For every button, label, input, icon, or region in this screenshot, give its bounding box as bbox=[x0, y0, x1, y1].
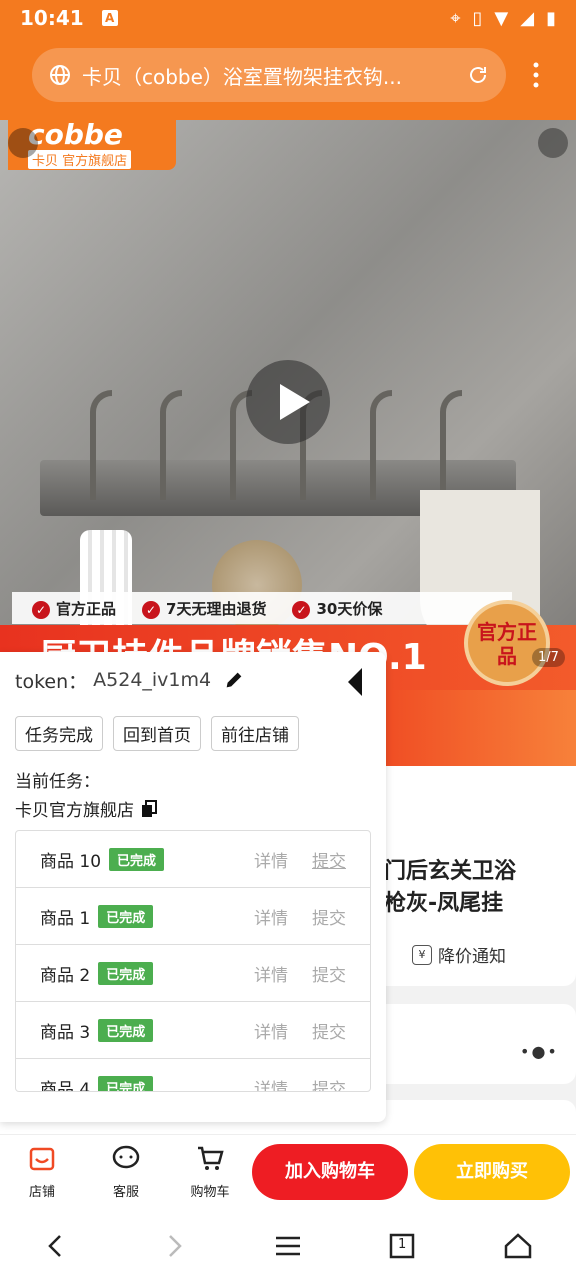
page-title: 卡贝（cobbe）浴室置物架挂衣钩... bbox=[82, 64, 402, 89]
guarantee-item: 30天价保 bbox=[292, 598, 382, 619]
bottom-action-bar: 店铺 客服 购物车 加入购物车 立即购买 bbox=[0, 1134, 576, 1210]
shop-button[interactable]: 店铺 bbox=[12, 1143, 72, 1200]
home-icon[interactable] bbox=[502, 1230, 534, 1262]
product-image[interactable]: cobbe 卡贝 官方旗舰店 官方正品 7天无理由退货 30天价保 厨卫挂件品牌… bbox=[0, 120, 576, 690]
submit-link[interactable]: 提交 bbox=[312, 961, 346, 986]
buy-now-button[interactable]: 立即购买 bbox=[414, 1144, 570, 1200]
vibrate-icon: ▯ bbox=[472, 7, 483, 29]
price-alert-button[interactable]: ¥ 降价通知 bbox=[412, 942, 506, 967]
status-bar: 10:41 A ⌖ ▯ ▼ ◢ ▮ bbox=[0, 0, 576, 36]
image-page-indicator: 1/7 bbox=[532, 648, 565, 667]
wifi-icon: ▼ bbox=[494, 7, 509, 29]
item-name: 商品 1 bbox=[40, 908, 91, 929]
list-item: 商品 3 已完成 详情 提交 bbox=[16, 1002, 370, 1059]
more-dots-icon[interactable]: •●• bbox=[520, 1042, 559, 1061]
globe-icon bbox=[50, 65, 70, 85]
navigation-bar: 1 bbox=[0, 1210, 576, 1280]
list-item: 商品 2 已完成 详情 提交 bbox=[16, 945, 370, 1002]
token-row: token： A524_iv1m4 bbox=[15, 666, 371, 694]
product-title-line: 门后玄关卫浴 bbox=[384, 859, 517, 884]
address-bar[interactable]: 卡贝（cobbe）浴室置物架挂衣钩... bbox=[32, 48, 506, 102]
hook bbox=[440, 390, 462, 500]
forward-arrow-icon[interactable] bbox=[158, 1230, 190, 1262]
detail-link[interactable]: 详情 bbox=[254, 1075, 288, 1092]
detail-link[interactable]: 详情 bbox=[254, 847, 288, 872]
service-label: 客服 bbox=[112, 1185, 139, 1200]
status-badge: 已完成 bbox=[98, 1075, 154, 1091]
product-task-list: 商品 10 已完成 详情 提交 商品 1 已完成 详情 提交 商品 2 已完成 … bbox=[15, 830, 371, 1092]
signal-icon: ◢ bbox=[520, 7, 535, 29]
token-label: token： bbox=[15, 670, 88, 693]
item-name: 商品 2 bbox=[40, 965, 91, 986]
product-title-line: 枪灰-凤尾挂 bbox=[384, 891, 504, 916]
collapse-panel-icon[interactable] bbox=[348, 668, 362, 696]
menu-icon[interactable] bbox=[272, 1230, 304, 1262]
current-task-name: 卡贝官方旗舰店 bbox=[15, 796, 371, 821]
logo-sub: 卡贝 官方旗舰店 bbox=[28, 150, 132, 169]
panel-button-row: 任务完成 回到首页 前往店铺 bbox=[15, 716, 371, 751]
official-stamp: 官方正品 bbox=[464, 600, 550, 686]
task-name-text: 卡贝官方旗舰店 bbox=[15, 801, 134, 821]
list-item: 商品 4 已完成 详情 提交 bbox=[16, 1059, 370, 1092]
item-name: 商品 10 bbox=[40, 851, 102, 872]
guarantee-strip: 官方正品 7天无理由退货 30天价保 bbox=[12, 592, 512, 624]
cart-button[interactable]: 购物车 bbox=[180, 1143, 240, 1200]
promo-strip bbox=[386, 690, 576, 766]
location-icon: ⌖ bbox=[450, 7, 461, 29]
status-time: 10:41 bbox=[20, 6, 84, 30]
item-name: 商品 3 bbox=[40, 1022, 91, 1043]
hook bbox=[90, 390, 112, 500]
tabs-count: 1 bbox=[398, 1237, 407, 1252]
token-value: A524_iv1m4 bbox=[93, 669, 212, 691]
detail-link[interactable]: 详情 bbox=[254, 904, 288, 929]
current-task-label: 当前任务： bbox=[15, 772, 100, 792]
task-complete-button[interactable]: 任务完成 bbox=[15, 716, 103, 751]
battery-icon: ▮ bbox=[546, 7, 556, 29]
back-arrow-icon[interactable] bbox=[40, 1230, 72, 1262]
chat-icon bbox=[112, 1145, 140, 1169]
guarantee-item: 官方正品 bbox=[32, 598, 116, 619]
tabs-button[interactable]: 1 bbox=[386, 1230, 418, 1262]
browser-header: 10:41 A ⌖ ▯ ▼ ◢ ▮ 卡贝（cobbe）浴室置物架挂衣钩... bbox=[0, 0, 576, 120]
notification-a-icon: A bbox=[101, 10, 118, 26]
shop-label: 店铺 bbox=[28, 1185, 55, 1200]
logo-brand: cobbe bbox=[28, 120, 123, 151]
list-item: 商品 1 已完成 详情 提交 bbox=[16, 888, 370, 945]
status-badge: 已完成 bbox=[98, 1018, 154, 1042]
submit-link[interactable]: 提交 bbox=[312, 847, 346, 872]
back-icon[interactable] bbox=[8, 128, 38, 158]
shop-icon bbox=[29, 1147, 55, 1171]
overflow-menu-icon[interactable] bbox=[528, 60, 544, 90]
status-badge: 已完成 bbox=[98, 904, 154, 928]
add-to-cart-button[interactable]: 加入购物车 bbox=[252, 1144, 408, 1200]
hook bbox=[370, 390, 392, 500]
submit-link[interactable]: 提交 bbox=[312, 1018, 346, 1043]
submit-link[interactable]: 提交 bbox=[312, 904, 346, 929]
list-item: 商品 10 已完成 详情 提交 bbox=[16, 831, 370, 888]
cart-label: 购物车 bbox=[190, 1185, 230, 1200]
product-title[interactable]: 门后玄关卫浴 枪灰-凤尾挂 bbox=[384, 856, 574, 920]
guarantee-item: 7天无理由退货 bbox=[142, 598, 266, 619]
go-to-store-button[interactable]: 前往店铺 bbox=[211, 716, 299, 751]
copy-icon[interactable] bbox=[140, 799, 158, 818]
detail-link[interactable]: 详情 bbox=[254, 1018, 288, 1043]
reload-icon[interactable] bbox=[466, 63, 490, 87]
hook bbox=[160, 390, 182, 500]
submit-link[interactable]: 提交 bbox=[312, 1075, 346, 1092]
cart-icon bbox=[198, 1146, 224, 1170]
status-badge: 已完成 bbox=[109, 847, 165, 871]
back-home-button[interactable]: 回到首页 bbox=[113, 716, 201, 751]
edit-icon[interactable] bbox=[223, 669, 245, 691]
price-alert-icon: ¥ bbox=[412, 944, 432, 965]
more-icon[interactable] bbox=[538, 128, 568, 158]
customer-service-button[interactable]: 客服 bbox=[96, 1143, 156, 1200]
price-alert-label: 降价通知 bbox=[438, 947, 506, 967]
status-icons: ⌖ ▯ ▼ ◢ ▮ bbox=[450, 8, 556, 29]
task-panel: token： A524_iv1m4 任务完成 回到首页 前往店铺 当前任务： 卡… bbox=[0, 652, 386, 1122]
status-badge: 已完成 bbox=[98, 961, 154, 985]
item-name: 商品 4 bbox=[40, 1079, 91, 1092]
play-video-button[interactable] bbox=[246, 360, 330, 444]
detail-link[interactable]: 详情 bbox=[254, 961, 288, 986]
